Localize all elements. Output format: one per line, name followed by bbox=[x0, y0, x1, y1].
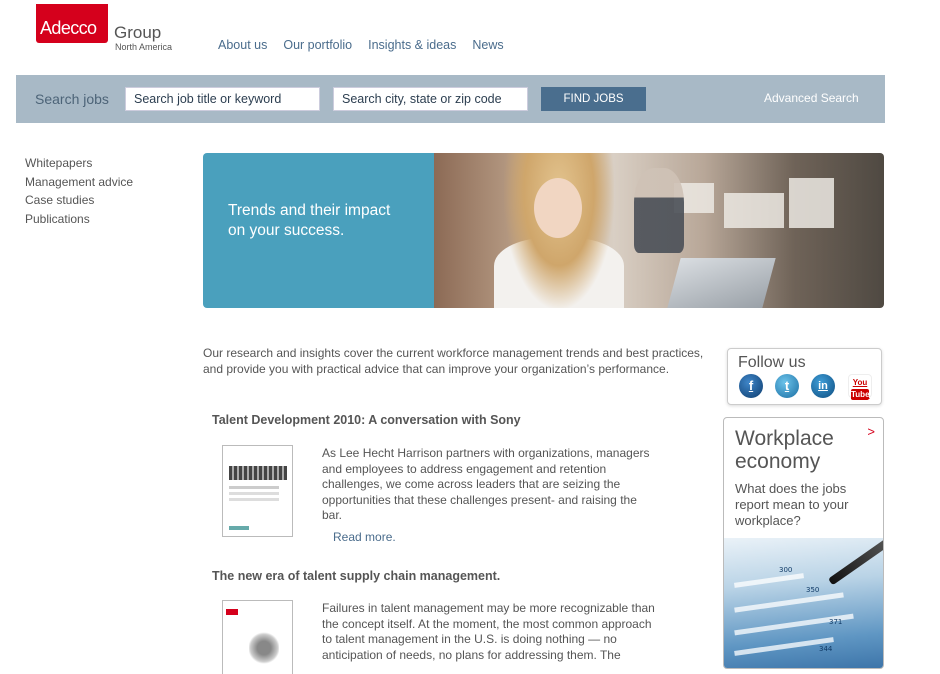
article-title-sony[interactable]: Talent Development 2010: A conversation … bbox=[212, 413, 521, 427]
logo-brand-text: Adecco bbox=[40, 18, 97, 38]
article-thumbnail-talent-supply-chain[interactable] bbox=[222, 600, 293, 674]
thumbnail-header-graphic bbox=[229, 466, 287, 480]
left-navigation: Whitepapers Management advice Case studi… bbox=[25, 154, 133, 228]
intro-paragraph: Our research and insights cover the curr… bbox=[203, 346, 704, 376]
follow-us-title: Follow us bbox=[738, 354, 806, 371]
follow-us-box: Follow us f t in You Tube bbox=[727, 348, 882, 405]
leftnav-management-advice[interactable]: Management advice bbox=[25, 173, 133, 192]
ad-title: Workplace economy bbox=[735, 427, 834, 473]
hero-tagline: Trends and their impact on your success. bbox=[228, 201, 418, 241]
hero-banner[interactable]: Trends and their impact on your success. bbox=[203, 153, 884, 308]
youtube-icon[interactable]: You Tube bbox=[848, 374, 872, 400]
ad-chart-image: 300 350 371 344 bbox=[724, 538, 883, 668]
thumbnail-text-lines bbox=[229, 486, 279, 489]
ad-image-number: 300 bbox=[779, 566, 793, 574]
hero-tagline-line1: Trends and their impact bbox=[228, 202, 391, 219]
logo-group-text: Group bbox=[114, 23, 162, 42]
article-body-talent-supply-chain: Failures in talent management may be mor… bbox=[322, 601, 657, 663]
find-jobs-button[interactable]: FIND JOBS bbox=[541, 87, 646, 111]
photo-window bbox=[789, 178, 834, 228]
location-input[interactable] bbox=[333, 87, 528, 111]
article-title-talent-supply-chain[interactable]: The new era of talent supply chain manag… bbox=[212, 569, 500, 583]
pen-graphic bbox=[828, 538, 883, 586]
linkedin-icon[interactable]: in bbox=[811, 374, 835, 398]
thumbnail-figure-graphic bbox=[249, 631, 279, 665]
advanced-search-link[interactable]: Advanced Search bbox=[764, 91, 859, 105]
photo-window bbox=[724, 193, 784, 228]
ad-description: What does the jobs report mean to your w… bbox=[735, 481, 849, 528]
photo-background-man bbox=[634, 168, 684, 253]
nav-about-us[interactable]: About us bbox=[218, 38, 267, 52]
hero-photo-woman-laptop bbox=[434, 153, 884, 308]
ad-image-number: 350 bbox=[806, 586, 820, 594]
nav-news[interactable]: News bbox=[472, 38, 503, 52]
ad-image-bar bbox=[734, 592, 844, 613]
adecco-logo-mark: Adecco bbox=[36, 4, 108, 43]
workplace-economy-ad[interactable]: Workplace economy > What does the jobs r… bbox=[723, 417, 884, 669]
youtube-you-text: You bbox=[852, 378, 868, 387]
read-more-link[interactable]: Read more. bbox=[333, 530, 396, 544]
hero-text-panel: Trends and their impact on your success. bbox=[203, 153, 434, 308]
hero-tagline-line2: on your success. bbox=[228, 222, 345, 239]
nav-our-portfolio[interactable]: Our portfolio bbox=[283, 38, 352, 52]
ad-image-number: 344 bbox=[819, 645, 833, 653]
article-body-sony: As Lee Hecht Harrison partners with orga… bbox=[322, 446, 650, 522]
logo-region-text: North America bbox=[115, 42, 173, 52]
thumbnail-red-mark bbox=[226, 609, 238, 615]
chevron-right-icon[interactable]: > bbox=[867, 424, 875, 439]
photo-woman-face bbox=[534, 178, 582, 238]
ad-image-bar bbox=[733, 573, 805, 588]
photo-laptop bbox=[667, 258, 776, 308]
facebook-icon[interactable]: f bbox=[739, 374, 763, 398]
twitter-icon[interactable]: t bbox=[775, 374, 799, 398]
youtube-tube-text: Tube bbox=[851, 389, 870, 400]
article-thumbnail-sony[interactable] bbox=[222, 445, 293, 537]
article-body-line-1: Failures in talent management may be mor… bbox=[322, 601, 655, 631]
leftnav-whitepapers[interactable]: Whitepapers bbox=[25, 154, 133, 173]
thumbnail-footer-mark bbox=[229, 526, 249, 530]
article-body-line-2: to talent management in the U.S. is doin… bbox=[322, 632, 621, 662]
search-jobs-label: Search jobs bbox=[35, 91, 109, 107]
leftnav-publications[interactable]: Publications bbox=[25, 210, 133, 229]
adecco-group-logo[interactable]: Adecco Group North America bbox=[36, 4, 176, 54]
leftnav-case-studies[interactable]: Case studies bbox=[25, 191, 133, 210]
nav-insights-ideas[interactable]: Insights & ideas bbox=[368, 38, 456, 52]
top-navigation: About us Our portfolio Insights & ideas … bbox=[218, 38, 504, 52]
ad-image-number: 371 bbox=[829, 618, 843, 626]
job-keyword-input[interactable] bbox=[125, 87, 320, 111]
job-search-bar: Search jobs FIND JOBS Advanced Search bbox=[16, 75, 885, 123]
